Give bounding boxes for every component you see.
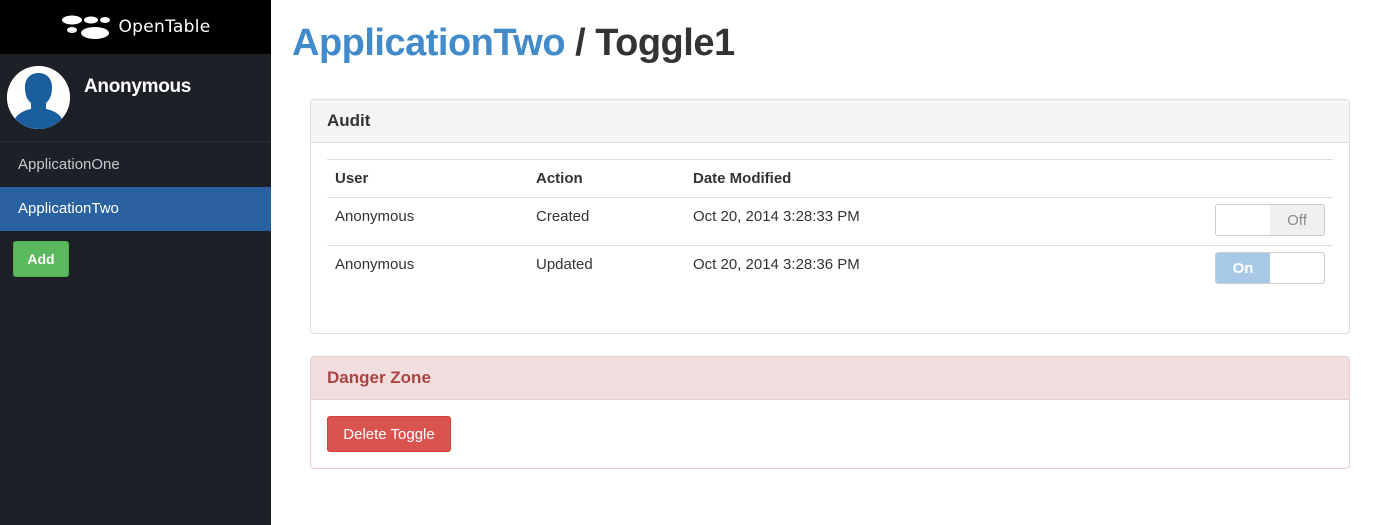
column-header-user: User xyxy=(327,159,528,198)
cell-toggle: Off xyxy=(1197,197,1333,246)
toggle-switch-off[interactable]: Off xyxy=(1215,204,1325,236)
delete-toggle-button[interactable]: Delete Toggle xyxy=(327,416,451,452)
table-header-row: User Action Date Modified xyxy=(327,159,1333,198)
toggle-switch-on[interactable]: On xyxy=(1215,252,1325,284)
cell-date: Oct 20, 2014 3:28:33 PM xyxy=(685,197,1197,246)
cell-user: Anonymous xyxy=(327,197,528,246)
opentable-logo[interactable]: OpenTable xyxy=(60,12,210,42)
danger-zone-panel: Danger Zone Delete Toggle xyxy=(310,356,1350,469)
toggle-off-label: Off xyxy=(1270,205,1324,235)
column-header-date-modified: Date Modified xyxy=(685,159,1197,198)
sidebar: OpenTable Anonymous ApplicationOne Appli… xyxy=(0,0,271,525)
avatar xyxy=(7,66,70,129)
audit-panel-title: Audit xyxy=(311,100,1349,143)
toggle-handle xyxy=(1270,253,1324,283)
page-title: ApplicationTwo / Toggle1 xyxy=(292,22,735,65)
cell-action: Updated xyxy=(536,256,593,273)
toggle-name: Toggle1 xyxy=(595,22,735,64)
toggle-handle xyxy=(1216,205,1270,235)
breadcrumb-app-link[interactable]: ApplicationTwo xyxy=(292,22,566,64)
cell-date: Oct 20, 2014 3:28:36 PM xyxy=(693,256,860,273)
breadcrumb-separator: / xyxy=(565,22,596,64)
brand-bar: OpenTable xyxy=(0,0,271,54)
cell-action: Created xyxy=(528,197,685,246)
column-header-toggle xyxy=(1197,159,1333,198)
brand-name: OpenTable xyxy=(118,17,211,37)
sidebar-item-applicationtwo[interactable]: ApplicationTwo xyxy=(0,187,271,231)
user-profile: Anonymous xyxy=(0,54,271,142)
toggle-on-label: On xyxy=(1216,253,1270,283)
cell-user: Anonymous xyxy=(335,256,415,273)
danger-zone-title: Danger Zone xyxy=(311,357,1349,400)
sidebar-item-applicationone[interactable]: ApplicationOne xyxy=(0,143,271,187)
table-row: Anonymous Created Oct 20, 2014 3:28:33 P… xyxy=(327,197,1333,246)
cell-toggle: On xyxy=(1197,246,1333,294)
add-button[interactable]: Add xyxy=(13,241,69,277)
table-row: Anonymous Updated Oct 20, 2014 3:28:36 P… xyxy=(327,246,1333,294)
audit-panel: Audit User Action Date Modified Anonymou… xyxy=(310,99,1350,334)
user-silhouette-icon xyxy=(7,66,70,129)
column-header-action: Action xyxy=(528,159,685,198)
audit-table: User Action Date Modified Anonymous Crea… xyxy=(327,159,1333,294)
user-name: Anonymous xyxy=(84,75,192,97)
opentable-logo-icon xyxy=(62,15,111,39)
